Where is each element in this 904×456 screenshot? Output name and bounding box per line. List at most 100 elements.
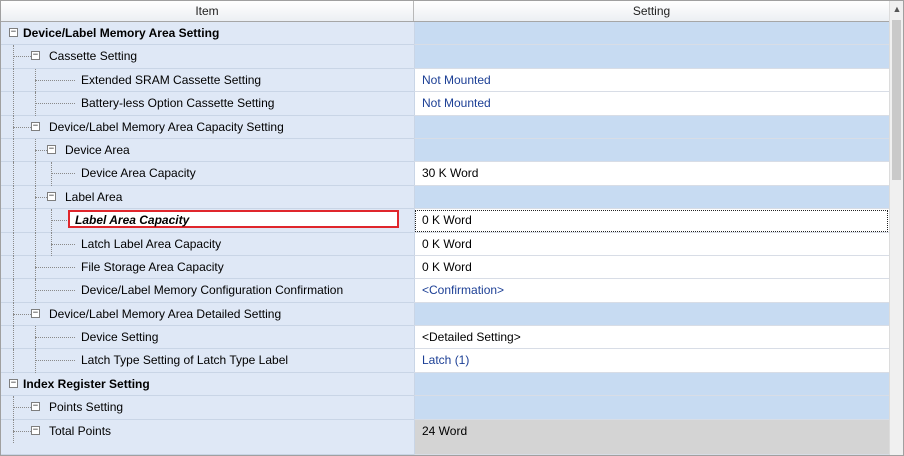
- tree-connector-line: [35, 337, 75, 339]
- tree-row[interactable]: Device Area Capacity 30 K Word: [1, 162, 889, 186]
- tree-row[interactable]: − Device/Label Memory Area Setting: [1, 22, 889, 46]
- tree-row[interactable]: Device/Label Memory Configuration Confir…: [1, 279, 889, 303]
- tree-row[interactable]: − Device/Label Memory Area Capacity Setti…: [1, 115, 889, 139]
- tree-guide-line: [13, 326, 14, 350]
- item-cell[interactable]: Device Setting: [1, 326, 414, 350]
- scrollbar-thumb[interactable]: [892, 20, 901, 180]
- setting-cell-device-area: [414, 138, 889, 163]
- item-label: File Storage Area Capacity: [81, 259, 224, 274]
- tree-row[interactable]: Device Setting <Detailed Setting>: [1, 326, 889, 350]
- tree-row[interactable]: − Cassette Setting: [1, 45, 889, 69]
- column-header-item[interactable]: Item: [1, 1, 414, 21]
- item-cell[interactable]: Latch Type Setting of Latch Type Label: [1, 349, 414, 373]
- item-label: Battery-less Option Cassette Setting: [81, 96, 275, 111]
- tree-connector-line: [35, 290, 75, 292]
- item-label: Total Points: [49, 423, 112, 438]
- minus-box-icon[interactable]: −: [31, 402, 40, 412]
- tree-row[interactable]: Battery-less Option Cassette Setting Not …: [1, 92, 889, 116]
- setting-cell-file-storage-area-capacity[interactable]: 0 K Word: [414, 255, 889, 280]
- tree-connector-line: [35, 149, 47, 151]
- setting-cell-extended-sram-cassette-setting[interactable]: Not Mounted: [414, 68, 889, 93]
- item-cell[interactable]: − Label Area: [1, 185, 414, 210]
- setting-cell-latch-type-setting-of-latch-type-label[interactable]: Latch (1): [414, 349, 889, 373]
- setting-cell-battery-less-option-cassette-setting[interactable]: Not Mounted: [414, 92, 889, 116]
- item-cell[interactable]: Latch Label Area Capacity: [1, 232, 414, 256]
- minus-box-icon[interactable]: −: [31, 308, 40, 318]
- tree-connector-line: [51, 243, 75, 245]
- tree-row[interactable]: Latch Type Setting of Latch Type Label La…: [1, 349, 889, 373]
- item-label: Device/Label Memory Area Setting: [23, 26, 220, 40]
- item-label: Latch Label Area Capacity: [81, 236, 222, 251]
- tree-guide-line: [13, 279, 14, 303]
- setting-cell-cassette-setting: [414, 45, 889, 69]
- item-label: Cassette Setting: [49, 49, 138, 64]
- item-cell[interactable]: − Cassette Setting: [1, 45, 414, 69]
- tree-guide-line: [13, 209, 14, 233]
- item-cell[interactable]: Device Area Capacity: [1, 162, 414, 186]
- tree-row[interactable]: − Label Area: [1, 185, 889, 210]
- minus-box-icon[interactable]: −: [31, 121, 40, 131]
- item-cell[interactable]: File Storage Area Capacity: [1, 255, 414, 280]
- tree-row[interactable]: Latch Label Area Capacity 0 K Word: [1, 232, 889, 256]
- item-cell[interactable]: − Index Register Setting: [1, 372, 414, 397]
- item-cell[interactable]: − Device/Label Memory Area Detailed Setti…: [1, 302, 414, 327]
- tree-row[interactable]: − Device Area: [1, 138, 889, 163]
- item-cell[interactable]: − Total Points: [1, 419, 414, 455]
- item-cell[interactable]: − Device Area: [1, 138, 414, 163]
- tree-guide-line: [35, 232, 36, 256]
- setting-cell-latch-label-area-capacity[interactable]: 0 K Word: [414, 232, 889, 256]
- column-header-setting[interactable]: Setting: [414, 1, 889, 21]
- item-cell[interactable]: Device/Label Memory Configuration Confir…: [1, 279, 414, 303]
- setting-cell-total-points[interactable]: 24 Word: [414, 419, 889, 455]
- tree-row[interactable]: − Points Setting: [1, 396, 889, 420]
- setting-cell-index-register-setting: [414, 372, 889, 397]
- item-cell[interactable]: Battery-less Option Cassette Setting: [1, 92, 414, 116]
- item-cell[interactable]: − Device/Label Memory Area Capacity Setti…: [1, 115, 414, 139]
- tree-guide-line: [13, 92, 14, 116]
- tree-guide-line: [13, 232, 14, 256]
- minus-box-icon[interactable]: −: [9, 378, 18, 388]
- setting-cell-device-label-memory-area-capacity-setting: [414, 115, 889, 139]
- vertical-scrollbar[interactable]: ▲: [889, 1, 903, 455]
- tree-row[interactable]: − Total Points 24 Word: [1, 419, 889, 455]
- minus-box-icon[interactable]: −: [9, 28, 18, 37]
- tree-connector-line: [35, 196, 47, 198]
- item-cell[interactable]: Extended SRAM Cassette Setting: [1, 68, 414, 93]
- item-label: Device/Label Memory Area Detailed Settin…: [49, 306, 282, 321]
- chevron-up-icon[interactable]: ▲: [890, 1, 903, 18]
- tree-row[interactable]: − Device/Label Memory Area Detailed Setti…: [1, 302, 889, 327]
- minus-box-icon[interactable]: −: [47, 144, 56, 154]
- setting-cell-device-setting[interactable]: <Detailed Setting>: [414, 326, 889, 350]
- item-cell[interactable]: − Points Setting: [1, 396, 414, 420]
- tree-connector-line: [35, 79, 75, 81]
- settings-tree: − Device/Label Memory Area Setting − Casset…: [1, 22, 889, 455]
- setting-cell-label-area: [414, 185, 889, 210]
- parameter-settings-grid: Item Setting − Device/Label Memory Area S…: [0, 0, 904, 456]
- item-label: Label Area: [65, 189, 123, 204]
- item-label: Points Setting: [49, 400, 124, 415]
- tree-connector-line: [35, 266, 75, 268]
- setting-cell-label-area-capacity[interactable]: 0 K Word: [414, 209, 889, 233]
- minus-box-icon[interactable]: −: [31, 425, 40, 435]
- minus-box-icon[interactable]: −: [31, 51, 40, 61]
- tree-connector-line: [13, 407, 31, 409]
- setting-cell-device-area-capacity[interactable]: 30 K Word: [414, 162, 889, 186]
- tree-row[interactable]: − Index Register Setting: [1, 372, 889, 397]
- setting-cell-points-setting: [414, 396, 889, 420]
- item-label: Extended SRAM Cassette Setting: [81, 72, 262, 87]
- tree-row[interactable]: Extended SRAM Cassette Setting Not Mounte…: [1, 68, 889, 93]
- grid-header: Item Setting: [1, 1, 889, 22]
- tree-guide-line: [13, 185, 14, 210]
- tree-guide-line: [13, 138, 14, 163]
- item-cell[interactable]: − Device/Label Memory Area Setting: [1, 22, 414, 46]
- tree-row[interactable]: Label Area Capacity 0 K Word: [1, 209, 889, 233]
- tree-guide-line: [13, 255, 14, 280]
- item-label: Device Setting: [81, 330, 159, 345]
- setting-cell-device-label-memory-configuration-confirmation[interactable]: <Confirmation>: [414, 279, 889, 303]
- item-cell[interactable]: Label Area Capacity: [1, 209, 414, 233]
- minus-box-icon[interactable]: −: [47, 191, 56, 201]
- tree-connector-line: [13, 56, 31, 58]
- tree-row[interactable]: File Storage Area Capacity 0 K Word: [1, 255, 889, 280]
- tree-guide-line: [13, 349, 14, 373]
- tree-guide-line: [35, 162, 36, 186]
